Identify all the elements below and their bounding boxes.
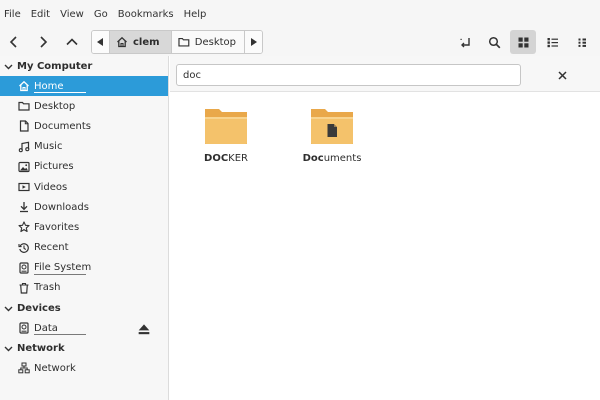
- sidebar-item-documents[interactable]: Documents: [0, 116, 168, 136]
- sidebar-item-label: Network: [34, 362, 76, 374]
- section-network[interactable]: Network: [0, 338, 168, 358]
- sidebar-item-label: Trash: [34, 282, 61, 294]
- video-icon: [18, 182, 30, 192]
- section-title: My Computer: [17, 60, 93, 72]
- file-view: DOCKER Documents: [170, 56, 600, 400]
- menubar: File Edit View Go Bookmarks Help: [0, 0, 600, 28]
- sidebar-item-data[interactable]: Data: [0, 318, 168, 338]
- back-button[interactable]: [0, 28, 28, 56]
- up-button[interactable]: [58, 28, 86, 56]
- eject-icon[interactable]: [138, 323, 150, 335]
- sidebar-item-label: Documents: [34, 120, 92, 132]
- sidebar-item-label: Home: [34, 80, 64, 92]
- sidebar-item-network[interactable]: Network: [0, 358, 168, 378]
- menu-view[interactable]: View: [58, 9, 92, 20]
- folder-icon: [178, 37, 190, 47]
- folder-icon: [205, 109, 247, 144]
- forward-button[interactable]: [29, 28, 57, 56]
- up-icon: [66, 38, 78, 46]
- sidebar-item-label: File System: [34, 262, 92, 274]
- search-bar: [170, 56, 600, 92]
- sidebar-item-home[interactable]: Home: [0, 76, 168, 97]
- sidebar-item-label: Favorites: [34, 221, 80, 233]
- sidebar-item-label: Desktop: [34, 100, 76, 112]
- menu-bookmarks[interactable]: Bookmarks: [116, 9, 182, 20]
- breadcrumb-scroll-right[interactable]: [244, 31, 262, 53]
- document-icon: [19, 120, 29, 133]
- search-input[interactable]: [176, 64, 521, 86]
- breadcrumb-label: clem: [133, 36, 160, 48]
- menu-file[interactable]: File: [2, 9, 29, 20]
- breadcrumb-scroll-left[interactable]: [92, 31, 110, 53]
- disk-usage-bar: [34, 273, 86, 275]
- sidebar-item-favorites[interactable]: Favorites: [0, 217, 168, 237]
- picture-icon: [18, 161, 30, 172]
- home-icon: [117, 36, 127, 48]
- breadcrumb-desktop[interactable]: Desktop: [172, 31, 244, 53]
- sidebar-item-label: Pictures: [34, 161, 74, 173]
- sidebar-item-videos[interactable]: Videos: [0, 177, 168, 197]
- open-terminal-button[interactable]: [452, 28, 478, 56]
- chevron-down-icon: [4, 346, 13, 352]
- drive-icon: [19, 262, 29, 274]
- sidebar-item-downloads[interactable]: Downloads: [0, 197, 168, 217]
- search-icon: [488, 36, 500, 48]
- search-button[interactable]: [481, 28, 507, 56]
- compact-view-button[interactable]: [569, 28, 595, 56]
- sidebar-item-label: Music: [34, 141, 63, 153]
- disk-usage-bar: [34, 92, 86, 93]
- close-search-button[interactable]: [554, 67, 570, 83]
- sidebar-item-label: Downloads: [34, 201, 89, 213]
- music-icon: [18, 141, 30, 152]
- trash-icon: [19, 282, 29, 294]
- list-view-button[interactable]: [539, 28, 565, 56]
- sidebar-item-label: Videos: [34, 181, 68, 193]
- icon-view-icon: [518, 37, 528, 47]
- triangle-left-icon: [97, 38, 103, 46]
- list-view-icon: [547, 37, 558, 47]
- breadcrumb-clem[interactable]: clem: [110, 31, 172, 53]
- icon-view-button[interactable]: [510, 30, 536, 54]
- toolbar: clem Desktop: [0, 28, 600, 56]
- sidebar: My Computer Home Desktop Documents Music…: [0, 56, 169, 400]
- folder-icon: [18, 102, 30, 111]
- back-icon: [9, 36, 17, 48]
- recent-icon: [18, 242, 29, 253]
- sidebar-item-music[interactable]: Music: [0, 137, 168, 157]
- disk-usage-bar: [34, 334, 86, 336]
- chevron-down-icon: [4, 64, 13, 69]
- drive-icon: [19, 322, 29, 334]
- sidebar-item-label: Data: [34, 322, 58, 334]
- open-terminal-icon: [460, 37, 470, 47]
- sidebar-item-label: Recent: [34, 242, 69, 254]
- sidebar-item-recent[interactable]: Recent: [0, 238, 168, 258]
- sidebar-item-pictures[interactable]: Pictures: [0, 157, 168, 177]
- home-icon: [19, 81, 29, 92]
- menu-go[interactable]: Go: [92, 9, 116, 20]
- section-title: Devices: [17, 302, 61, 314]
- sidebar-item-trash[interactable]: Trash: [0, 278, 168, 298]
- network-icon: [18, 362, 30, 374]
- close-icon: [557, 70, 567, 80]
- file-name: DOCKER: [204, 153, 248, 164]
- section-title: Network: [17, 342, 65, 354]
- download-icon: [20, 202, 28, 213]
- section-my-computer[interactable]: My Computer: [0, 56, 168, 76]
- breadcrumb: clem Desktop: [91, 30, 263, 54]
- breadcrumb-label: Desktop: [194, 36, 236, 48]
- chevron-down-icon: [4, 306, 13, 312]
- sidebar-item-file-system[interactable]: File System: [0, 258, 168, 278]
- file-name: Documents: [302, 153, 362, 164]
- forward-icon: [40, 36, 48, 48]
- compact-view-icon: [578, 38, 586, 47]
- documents-folder-icon: [311, 109, 353, 144]
- sidebar-item-desktop[interactable]: Desktop: [0, 96, 168, 116]
- file-item-documents[interactable]: Documents: [292, 106, 372, 164]
- section-devices[interactable]: Devices: [0, 298, 168, 318]
- star-icon: [18, 221, 30, 233]
- menu-edit[interactable]: Edit: [29, 9, 58, 20]
- menu-help[interactable]: Help: [182, 9, 215, 20]
- triangle-right-icon: [251, 38, 257, 46]
- file-item-docker[interactable]: DOCKER: [186, 106, 266, 164]
